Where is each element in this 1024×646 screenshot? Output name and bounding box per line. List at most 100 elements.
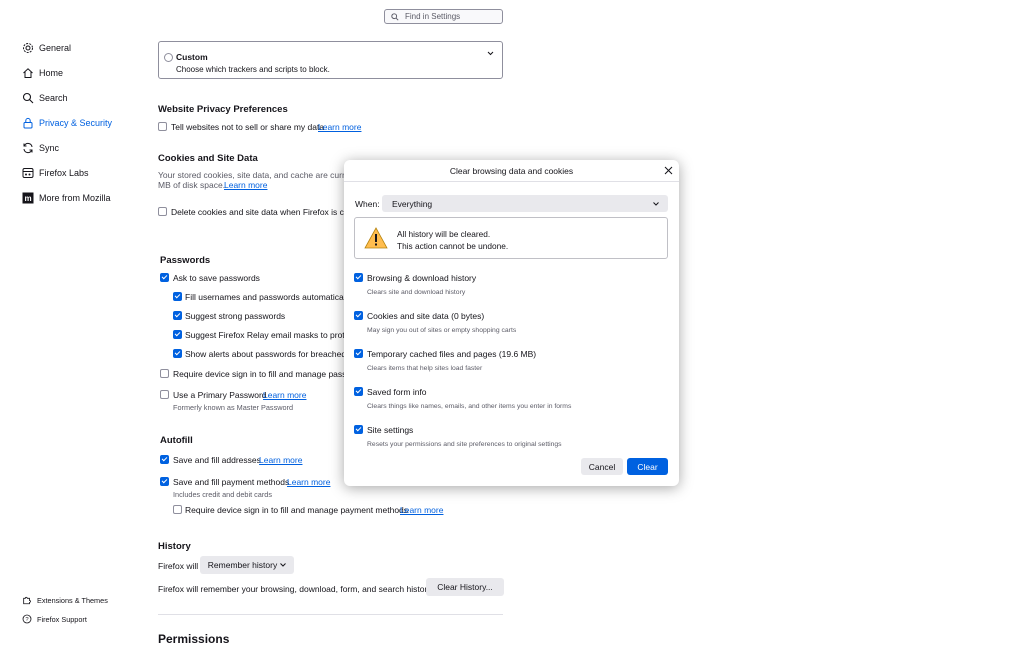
option-checkbox[interactable] bbox=[354, 387, 363, 396]
sidebar-item-home[interactable]: Home bbox=[22, 67, 63, 79]
cookies-learn-more[interactable]: Learn more bbox=[224, 180, 267, 190]
suggest-strong-label: Suggest strong passwords bbox=[185, 311, 286, 321]
tell-sites-checkbox[interactable] bbox=[158, 122, 167, 131]
when-select[interactable]: Everything bbox=[382, 195, 668, 212]
fill-auto-label: Fill usernames and passwords automatical… bbox=[185, 292, 352, 302]
passwords-heading: Passwords bbox=[160, 255, 211, 266]
breach-alerts-checkbox[interactable] bbox=[173, 349, 182, 358]
sidebar-item-label: Privacy & Security bbox=[39, 118, 113, 128]
gear-icon bbox=[23, 43, 33, 53]
clear-history-button[interactable]: Clear History... bbox=[426, 578, 504, 596]
clear-button[interactable]: Clear bbox=[627, 458, 668, 475]
autofill-heading: Autofill bbox=[160, 435, 193, 446]
suggest-strong-checkbox[interactable] bbox=[173, 311, 182, 320]
ask-save-checkbox[interactable] bbox=[160, 273, 169, 282]
home-icon bbox=[23, 68, 33, 78]
tell-sites-label: Tell websites not to sell or share my da… bbox=[171, 122, 325, 132]
dialog-header-divider bbox=[344, 181, 679, 182]
help-icon: ? bbox=[22, 614, 32, 624]
device-signin-label: Require device sign in to fill and manag… bbox=[173, 369, 358, 379]
chevron-down-icon bbox=[653, 202, 659, 206]
history-heading: History bbox=[158, 541, 191, 552]
fill-auto-checkbox[interactable] bbox=[173, 292, 182, 301]
chevron-down-icon bbox=[280, 563, 287, 567]
search-field[interactable]: Find in Settings bbox=[384, 9, 503, 24]
option-label: Temporary cached files and pages (19.6 M… bbox=[367, 349, 537, 359]
breach-alerts-label: Show alerts about passwords for breached… bbox=[185, 349, 355, 359]
sidebar-item-more-from-mozilla[interactable]: m More from Mozilla bbox=[22, 192, 111, 204]
clear-data-dialog: Clear browsing data and cookies When: Ev… bbox=[344, 160, 679, 486]
sidebar-footer-firefox-support[interactable]: ? Firefox Support bbox=[22, 614, 87, 624]
custom-title: Custom bbox=[176, 52, 208, 62]
option-checkbox[interactable] bbox=[354, 349, 363, 358]
payments-label: Save and fill payment methods bbox=[173, 477, 290, 487]
sidebar-footer-extensions-themes[interactable]: Extensions & Themes bbox=[22, 595, 108, 605]
payments-learn-more[interactable]: Learn more bbox=[287, 477, 330, 487]
sidebar-item-label: Search bbox=[39, 93, 68, 103]
warning-line2: This action cannot be undone. bbox=[397, 241, 509, 251]
sidebar-item-search[interactable]: Search bbox=[22, 92, 68, 104]
option-sub: Clears things like names, emails, and ot… bbox=[367, 403, 572, 410]
history-desc: Firefox will remember your browsing, dow… bbox=[158, 584, 434, 594]
close-icon[interactable] bbox=[664, 166, 673, 175]
chevron-down-icon[interactable] bbox=[487, 51, 494, 56]
primary-pw-label: Use a Primary Password bbox=[173, 390, 267, 400]
ask-save-label: Ask to save passwords bbox=[173, 273, 260, 283]
sidebar-item-label: More from Mozilla bbox=[39, 193, 111, 203]
warning-line1: All history will be cleared. bbox=[397, 229, 491, 239]
history-mode-dropdown[interactable]: Remember history bbox=[200, 556, 294, 574]
option-sub: Clears items that help sites load faster bbox=[367, 365, 483, 372]
mozilla-icon: m bbox=[22, 192, 34, 204]
cancel-button[interactable]: Cancel bbox=[581, 458, 623, 475]
sidebar-footer-label: Extensions & Themes bbox=[37, 595, 108, 605]
relay-label: Suggest Firefox Relay email masks to pro… bbox=[185, 330, 354, 340]
search-icon bbox=[391, 12, 399, 21]
sidebar-footer-label: Firefox Support bbox=[37, 614, 87, 624]
when-label: When: bbox=[355, 199, 380, 209]
svg-text:m: m bbox=[24, 194, 31, 203]
formerly-label: Formerly known as Master Password bbox=[173, 403, 294, 412]
search-placeholder: Find in Settings bbox=[405, 12, 461, 21]
permissions-heading: Permissions bbox=[158, 632, 230, 646]
puzzle-icon bbox=[23, 596, 31, 605]
sidebar-item-privacy-security[interactable]: Privacy & Security bbox=[22, 117, 112, 129]
relay-checkbox[interactable] bbox=[173, 330, 182, 339]
sidebar-item-firefox-labs[interactable]: Firefox Labs bbox=[22, 167, 89, 179]
addresses-learn-more[interactable]: Learn more bbox=[259, 455, 302, 465]
sidebar-item-general[interactable]: General bbox=[22, 42, 71, 54]
device-signin-checkbox[interactable] bbox=[160, 369, 169, 378]
addresses-checkbox[interactable] bbox=[160, 455, 169, 464]
custom-radio[interactable] bbox=[164, 53, 173, 62]
option-sub: Resets your permissions and site prefere… bbox=[367, 441, 562, 448]
option-checkbox[interactable] bbox=[354, 425, 363, 434]
sidebar-item-sync[interactable]: Sync bbox=[22, 142, 59, 154]
payments-checkbox[interactable] bbox=[160, 477, 169, 486]
warning-icon bbox=[364, 227, 388, 249]
option-label: Cookies and site data (0 bytes) bbox=[367, 311, 485, 321]
primary-pw-learn-more[interactable]: Learn more bbox=[263, 390, 306, 400]
payments-signin-learn-more[interactable]: Learn more bbox=[400, 505, 443, 515]
cookies-heading: Cookies and Site Data bbox=[158, 153, 258, 164]
option-sub: Clears site and download history bbox=[367, 289, 466, 296]
cookies-desc-line1: Your stored cookies, site data, and cach… bbox=[158, 170, 355, 180]
delete-on-close-checkbox[interactable] bbox=[158, 207, 167, 216]
search-icon bbox=[22, 92, 34, 104]
option-label: Saved form info bbox=[367, 387, 427, 397]
flask-icon bbox=[22, 168, 34, 178]
tracking-custom-option[interactable]: Custom Choose which trackers and scripts… bbox=[158, 41, 503, 79]
option-checkbox[interactable] bbox=[354, 273, 363, 282]
option-label: Site settings bbox=[367, 425, 414, 435]
sidebar-item-label: Firefox Labs bbox=[39, 168, 89, 178]
firefox-will-label: Firefox will bbox=[158, 561, 199, 571]
payments-signin-label: Require device sign in to fill and manag… bbox=[185, 505, 409, 515]
option-sub: May sign you out of sites or empty shopp… bbox=[367, 327, 517, 334]
privacy-prefs-heading: Website Privacy Preferences bbox=[158, 104, 288, 115]
when-value: Everything bbox=[392, 198, 433, 209]
lock-icon bbox=[23, 117, 33, 129]
option-checkbox[interactable] bbox=[354, 311, 363, 320]
payments-sub: Includes credit and debit cards bbox=[173, 490, 272, 499]
primary-pw-checkbox[interactable] bbox=[160, 390, 169, 399]
sidebar-item-label: Home bbox=[39, 68, 64, 78]
tell-sites-learn-more[interactable]: Learn more bbox=[318, 122, 361, 132]
payments-signin-checkbox[interactable] bbox=[173, 505, 182, 514]
